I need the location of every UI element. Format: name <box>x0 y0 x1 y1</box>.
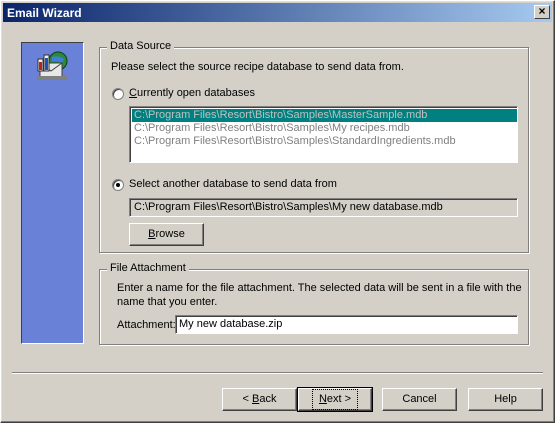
data-source-group-label: Data Source <box>107 40 175 52</box>
next-button-focus: Next > <box>311 389 359 410</box>
radio-currently-open[interactable] <box>112 88 124 100</box>
list-item[interactable]: C:\Program Files\Resort\Bistro\Samples\M… <box>132 122 410 135</box>
help-button[interactable]: Help <box>468 388 543 411</box>
file-attachment-instruction-line1: Enter a name for the file attachment. Th… <box>117 282 522 294</box>
selected-database-path: C:\Program Files\Resort\Bistro\Samples\M… <box>129 198 518 217</box>
email-wizard-window: Email Wizard × Data Source Please select… <box>0 0 555 423</box>
back-button[interactable]: < Back <box>222 388 297 411</box>
file-attachment-instruction-line2: name that you enter. <box>117 296 218 308</box>
attachment-input[interactable]: My new database.zip <box>175 315 518 334</box>
window-title: Email Wizard <box>7 6 82 20</box>
attachment-label: Attachment: <box>117 319 176 331</box>
title-bar[interactable]: Email Wizard × <box>3 3 552 22</box>
button-separator <box>12 372 543 374</box>
file-attachment-group-label: File Attachment <box>107 262 189 274</box>
list-item[interactable]: C:\Program Files\Resort\Bistro\Samples\S… <box>132 135 456 148</box>
radio-selected-dot <box>116 183 120 187</box>
database-email-icon <box>37 51 68 80</box>
list-item[interactable]: C:\Program Files\Resort\Bistro\Samples\M… <box>132 109 517 122</box>
radio-select-another-label[interactable]: Select another database to send data fro… <box>129 178 337 190</box>
cancel-button[interactable]: Cancel <box>382 388 457 411</box>
close-button[interactable]: × <box>534 5 550 19</box>
open-databases-list[interactable]: C:\Program Files\Resort\Bistro\Samples\M… <box>129 106 518 163</box>
browse-button[interactable]: Browse <box>129 223 204 246</box>
data-source-instruction: Please select the source recipe database… <box>111 61 404 73</box>
radio-select-another[interactable] <box>112 179 124 191</box>
close-icon: × <box>538 4 546 18</box>
radio-currently-open-label[interactable]: Currently open databases <box>129 87 255 99</box>
next-button[interactable]: Next > <box>297 387 373 412</box>
wizard-sidebar-panel <box>21 42 84 344</box>
